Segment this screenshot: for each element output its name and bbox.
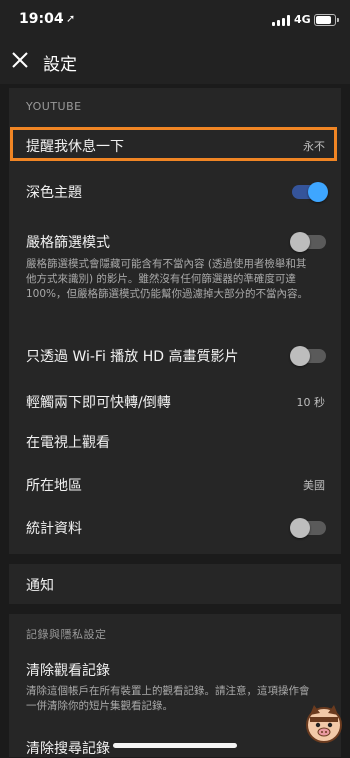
status-bar: 19:04 ➚ 4G	[0, 0, 350, 40]
history-privacy-panel: 記錄與隱私設定 清除觀看記錄 清除這個帳戶在所有裝置上的觀看記錄。請注意，這項操…	[9, 614, 341, 757]
restricted-mode-toggle[interactable]	[290, 232, 326, 252]
close-icon[interactable]	[10, 50, 30, 70]
clear-watch-history-description: 清除這個帳戶在所有裝置上的觀看記錄。請注意，這項操作會一併清除你的短片集觀看記錄…	[26, 685, 310, 712]
section-header-youtube: YOUTUBE	[26, 100, 82, 113]
toggle-knob	[290, 518, 310, 538]
location-value: 美國	[303, 479, 325, 492]
dark-theme-toggle[interactable]	[292, 182, 328, 202]
hd-wifi-row[interactable]: 只透過 Wi-Fi 播放 HD 高畫質影片	[9, 340, 341, 374]
clear-search-history-label: 清除搜尋記錄	[26, 741, 110, 757]
location-label: 所在地區	[26, 478, 82, 494]
hd-wifi-label: 只透過 Wi-Fi 播放 HD 高畫質影片	[26, 349, 239, 365]
location-arrow-icon: ➚	[66, 12, 76, 25]
stats-label: 統計資料	[26, 521, 82, 537]
cellular-signal-icon	[272, 15, 292, 26]
watch-on-tv-row[interactable]: 在電視上觀看	[9, 426, 341, 456]
home-indicator[interactable]	[113, 743, 237, 748]
notifications-panel[interactable]: 通知	[9, 564, 341, 604]
clear-watch-history-label: 清除觀看記錄	[26, 663, 110, 679]
hd-wifi-toggle[interactable]	[290, 346, 326, 366]
network-type: 4G	[294, 13, 311, 26]
stats-row[interactable]: 統計資料	[9, 512, 341, 544]
toggle-knob	[308, 182, 328, 202]
section-header-history: 記錄與隱私設定	[26, 628, 107, 641]
watch-on-tv-label: 在電視上觀看	[26, 435, 110, 451]
notifications-label: 通知	[26, 578, 54, 594]
double-tap-row[interactable]: 輕觸兩下即可快轉/倒轉 10 秒	[9, 386, 341, 416]
mascot-watermark-icon	[306, 705, 342, 743]
double-tap-label: 輕觸兩下即可快轉/倒轉	[26, 395, 171, 411]
dark-theme-row[interactable]: 深色主題	[9, 174, 341, 208]
dark-theme-label: 深色主題	[26, 185, 82, 201]
battery-icon	[314, 14, 339, 26]
stats-toggle[interactable]	[290, 518, 326, 538]
page-title: 設定	[43, 55, 77, 75]
toggle-knob	[290, 232, 310, 252]
restricted-mode-row[interactable]: 嚴格篩選模式 嚴格篩選模式會隱藏可能含有不當內容 (透過使用者檢舉和其他方式來識…	[9, 226, 341, 326]
restricted-mode-label: 嚴格篩選模式	[26, 235, 110, 251]
toggle-knob	[290, 346, 310, 366]
location-row[interactable]: 所在地區 美國	[9, 469, 341, 499]
restricted-mode-description: 嚴格篩選模式會隱藏可能含有不當內容 (透過使用者檢舉和其他方式來識別) 的影片。…	[26, 258, 309, 300]
highlight-box	[10, 127, 337, 161]
clear-watch-history-row[interactable]: 清除觀看記錄 清除這個帳戶在所有裝置上的觀看記錄。請注意，這項操作會一併清除你的…	[9, 654, 341, 718]
double-tap-value: 10 秒	[296, 396, 326, 409]
status-time: 19:04	[19, 11, 64, 27]
app-bar: 設定	[0, 40, 350, 84]
